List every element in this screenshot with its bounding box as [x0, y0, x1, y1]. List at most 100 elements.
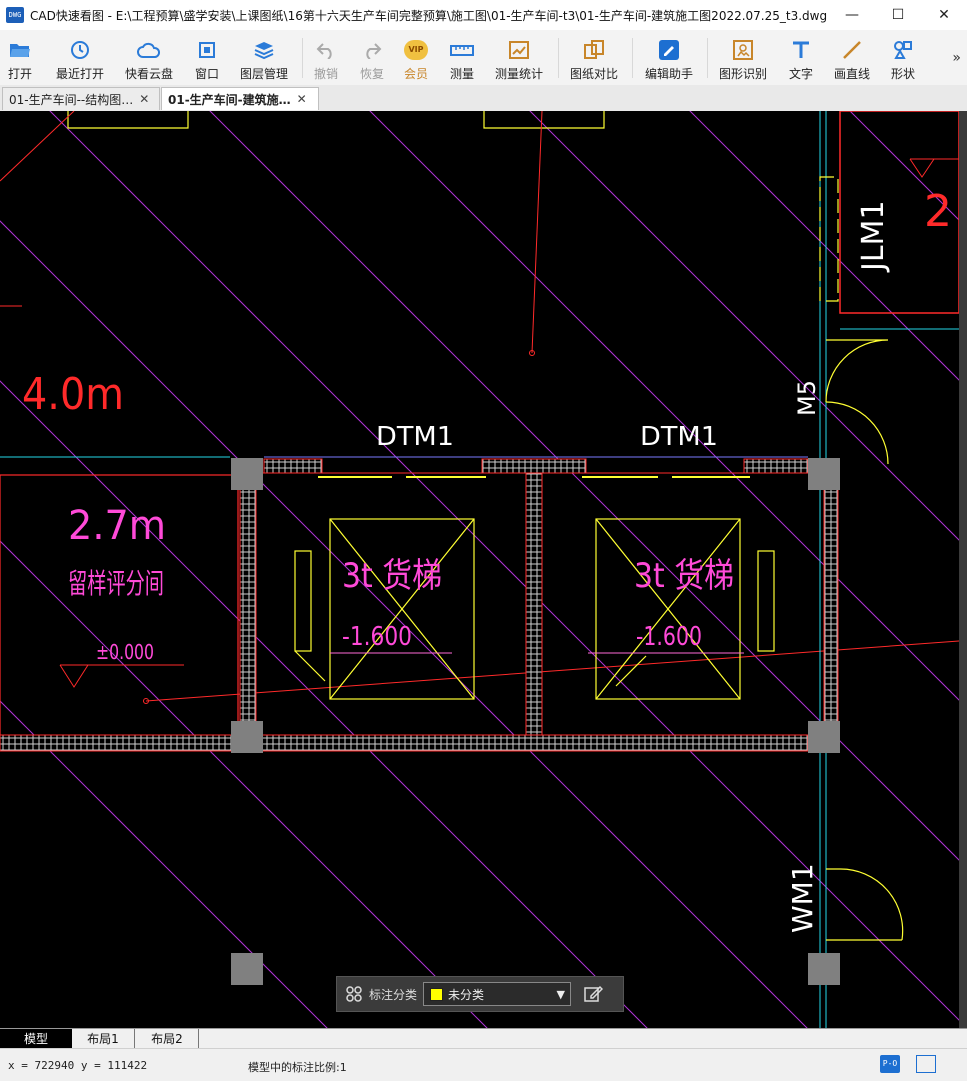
text-icon — [789, 38, 813, 61]
layout-tab-model[interactable]: 模型 — [0, 1029, 72, 1048]
window-icon — [195, 38, 219, 61]
edit-assistant-button[interactable]: 编辑助手 — [645, 34, 693, 82]
text-label: 文字 — [789, 67, 814, 81]
tab-architecture-drawing[interactable]: 01-生产车间-建筑施… ✕ — [161, 87, 319, 110]
shape-recognize-label: 图形识别 — [719, 67, 768, 81]
shapes-button[interactable]: 形状 — [891, 34, 915, 82]
category-color-swatch — [430, 987, 444, 1001]
toolbar-more-button[interactable]: » — [952, 50, 961, 66]
shape-recognize-button[interactable]: 图形识别 — [719, 34, 767, 82]
layout-tab-1[interactable]: 布局1 — [72, 1029, 135, 1048]
redo-icon — [360, 38, 384, 61]
label-height-2-7m: 2.7m — [68, 503, 166, 549]
ortho-mode-icon[interactable]: P-O — [880, 1055, 900, 1073]
app-logo-icon: DWG — [6, 7, 24, 23]
shapes-icon — [891, 38, 915, 61]
annotation-scale: 模型中的标注比例:1 — [248, 1061, 347, 1074]
fullscreen-icon[interactable] — [916, 1055, 936, 1073]
compare-drawings-label: 图纸对比 — [570, 67, 619, 81]
redo-button[interactable]: 恢复 — [360, 34, 384, 82]
shape-recognize-icon — [731, 38, 755, 61]
recent-open-button[interactable]: 最近打开 — [56, 34, 104, 82]
document-tab-bar: 01-生产车间--结构图… ✕ 01-生产车间-建筑施… ✕ — [0, 85, 967, 112]
annotation-category-bar: 标注分类 未分类 ▼ — [336, 976, 624, 1012]
level-symbol-right — [909, 158, 960, 178]
edit-assistant-icon — [657, 38, 681, 61]
door-wm1-swing — [826, 868, 904, 941]
recent-open-label: 最近打开 — [56, 67, 105, 81]
recent-clock-icon — [68, 38, 92, 61]
cursor-coordinates: x = 722940 y = 111422 — [8, 1059, 148, 1072]
vip-button[interactable]: VIP 会员 — [404, 34, 428, 82]
maximize-button[interactable]: ☐ — [875, 0, 921, 30]
cloud-icon — [137, 38, 161, 61]
measure-button[interactable]: 测量 — [450, 34, 474, 82]
vip-label: 会员 — [404, 67, 429, 81]
label-dtm1-left: DTM1 — [376, 422, 454, 452]
window-title: CAD快速看图 - E:\工程预算\盛学安装\上课图纸\16第十六天生产车间完整… — [30, 8, 828, 23]
edit-annotation-icon[interactable] — [583, 984, 604, 1004]
label-elevator-left: 3t 货梯 — [342, 556, 442, 596]
label-pit-right: -1.600 — [636, 622, 702, 652]
label-wm1: WM1 — [786, 863, 819, 933]
elevator-car-left — [294, 518, 475, 700]
tab-structure-drawing[interactable]: 01-生产车间--结构图… ✕ — [2, 87, 160, 110]
label-dtm1-right: DTM1 — [640, 422, 718, 452]
measure-stats-button[interactable]: 测量统计 — [495, 34, 543, 82]
wall-diagonal-left — [0, 110, 75, 182]
toolbar-divider — [707, 38, 708, 78]
compare-drawings-button[interactable]: 图纸对比 — [570, 34, 618, 82]
close-window-button[interactable]: ✕ — [921, 0, 967, 30]
door-jlm1 — [819, 176, 839, 302]
measure-stats-label: 测量统计 — [495, 67, 544, 81]
cloud-disk-label: 快看云盘 — [125, 67, 174, 81]
label-m5: M5 — [793, 380, 821, 416]
annotation-category-value: 未分类 — [448, 987, 485, 1002]
tab-label: 01-生产车间-建筑施… — [168, 92, 291, 107]
redo-label: 恢复 — [360, 67, 385, 81]
tab-label: 01-生产车间--结构图… — [9, 92, 134, 107]
undo-icon — [314, 38, 338, 61]
cloud-disk-button[interactable]: 快看云盘 — [125, 34, 173, 82]
draw-line-button[interactable]: 画直线 — [834, 34, 870, 82]
minimize-button[interactable]: — — [829, 0, 875, 30]
label-number-2: 2 — [924, 186, 952, 237]
ruler-icon — [450, 38, 474, 61]
status-bar: x = 722940 y = 111422 模型中的标注比例:1 P-O — [0, 1048, 967, 1081]
close-tab-icon[interactable]: ✕ — [297, 92, 307, 106]
vip-icon: VIP — [404, 38, 428, 61]
vip-badge: VIP — [404, 39, 428, 60]
edit-assistant-label: 编辑助手 — [645, 67, 694, 81]
layout-tab-bar: 模型 布局1 布局2 — [0, 1028, 967, 1049]
vertical-scrollbar[interactable] — [959, 111, 967, 1028]
compare-icon — [582, 38, 606, 61]
open-label: 打开 — [8, 67, 33, 81]
label-elevator-right: 3t 货梯 — [634, 556, 734, 596]
main-toolbar: 打开 最近打开 快看云盘 窗口 图层管理 撤销 恢复 VIP 会员 测量 测量统… — [0, 30, 967, 86]
layer-manager-button[interactable]: 图层管理 — [240, 34, 288, 82]
label-pit-left: -1.600 — [342, 622, 412, 652]
cad-drawing: DTM1 DTM1 M5 JLM1 2 WM1 4.0m 2.7m 留样评分间 … — [0, 110, 960, 1028]
top-equipment-left — [67, 111, 189, 129]
toolbar-divider — [632, 38, 633, 78]
measure-stats-icon — [507, 38, 531, 61]
toolbar-divider — [558, 38, 559, 78]
title-bar: DWG CAD快速看图 - E:\工程预算\盛学安装\上课图纸\16第十六天生产… — [0, 0, 967, 30]
text-button[interactable]: 文字 — [789, 34, 813, 82]
label-height-4m: 4.0m — [22, 369, 124, 420]
elevator-car-right — [595, 518, 775, 700]
drawing-canvas[interactable]: DTM1 DTM1 M5 JLM1 2 WM1 4.0m 2.7m 留样评分间 … — [0, 110, 960, 1028]
window-button[interactable]: 窗口 — [195, 34, 219, 82]
layout-tab-2[interactable]: 布局2 — [136, 1029, 199, 1048]
annotation-category-label: 标注分类 — [369, 987, 418, 1002]
window-label: 窗口 — [195, 67, 220, 81]
toolbar-divider — [302, 38, 303, 78]
annotation-category-select[interactable]: 未分类 ▼ — [423, 982, 572, 1006]
chevron-down-icon: ▼ — [556, 987, 566, 1001]
close-tab-icon[interactable]: ✕ — [139, 92, 149, 106]
shapes-label: 形状 — [891, 67, 916, 81]
grid-category-icon[interactable] — [345, 985, 363, 1003]
open-button[interactable]: 打开 — [8, 34, 32, 82]
undo-button[interactable]: 撤销 — [314, 34, 338, 82]
measure-label: 测量 — [450, 67, 475, 81]
